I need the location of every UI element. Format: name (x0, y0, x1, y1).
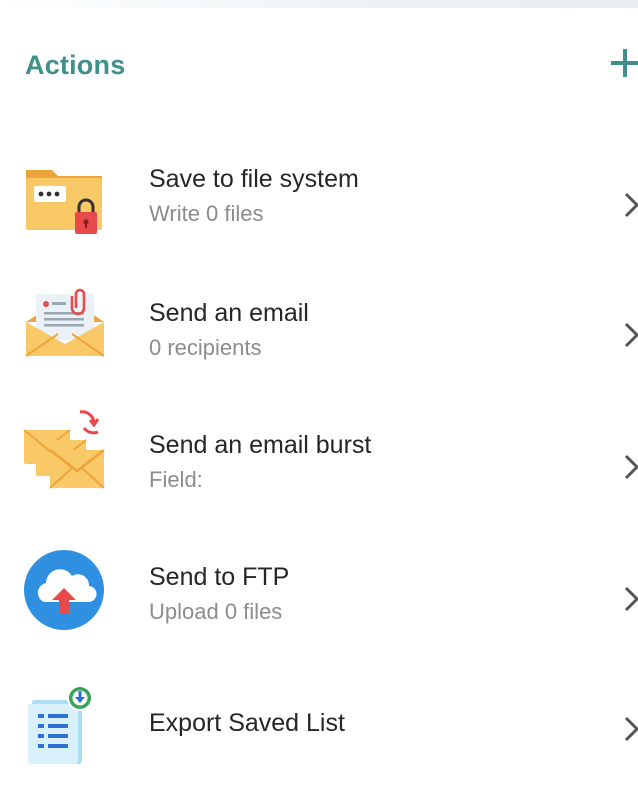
action-label: Send an email burst (149, 431, 372, 459)
ftp-upload-icon (22, 548, 108, 634)
action-item-send-an-email[interactable]: Send an email 0 recipients (0, 248, 638, 380)
action-item-send-an-email-burst[interactable]: Send an email burst Field: (0, 380, 638, 512)
actions-header: Actions (0, 8, 638, 123)
add-action-button[interactable] (608, 46, 638, 80)
chevron-right-icon (624, 586, 638, 612)
action-subtitle: Upload 0 files (149, 599, 283, 624)
action-item-export-saved-list[interactable]: Export Saved List (0, 644, 638, 776)
actions-list: Save to file system Write 0 files Send a… (0, 116, 638, 776)
folder-lock-icon (22, 152, 108, 238)
action-subtitle: 0 recipients (149, 335, 262, 360)
action-item-send-to-ftp[interactable]: Send to FTP Upload 0 files (0, 512, 638, 644)
chevron-right-icon (624, 454, 638, 480)
action-subtitle: Field: (149, 467, 203, 492)
action-label: Send an email (149, 299, 309, 327)
action-label: Export Saved List (149, 709, 345, 737)
chevron-right-icon (624, 716, 638, 742)
action-label: Save to file system (149, 165, 359, 193)
top-bar (0, 0, 638, 8)
action-label: Send to FTP (149, 563, 290, 591)
export-list-icon (22, 682, 108, 768)
email-burst-icon (22, 408, 108, 494)
action-item-save-to-file-system[interactable]: Save to file system Write 0 files (0, 116, 638, 248)
plus-icon (611, 49, 638, 77)
email-icon (22, 278, 108, 364)
chevron-right-icon (624, 322, 638, 348)
chevron-right-icon (624, 192, 638, 218)
action-subtitle: Write 0 files (149, 201, 264, 226)
panel-title: Actions (25, 50, 126, 80)
